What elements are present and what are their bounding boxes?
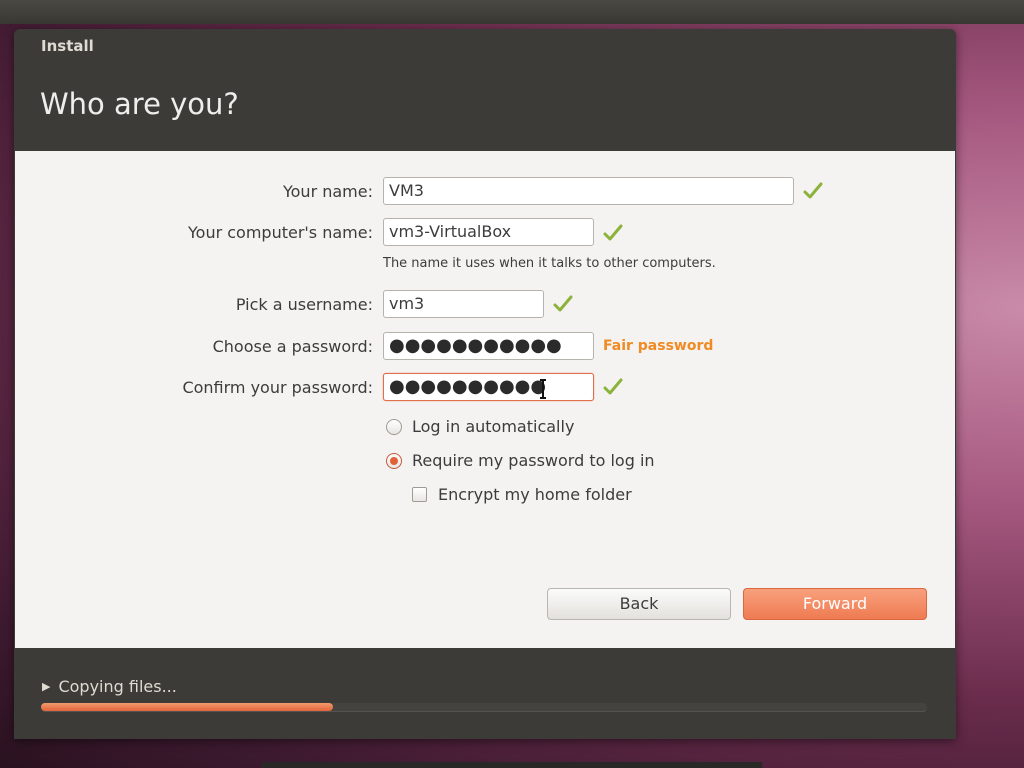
require-password-label: Require my password to log in [412, 451, 655, 470]
computer-name-hint: The name it uses when it talks to other … [383, 256, 716, 271]
forward-button[interactable]: Forward [743, 588, 927, 620]
encrypt-home-checkbox[interactable] [412, 487, 427, 502]
triangle-right-icon: ▶ [42, 680, 51, 693]
password-mask: ●●●●●●●●●●● [389, 335, 562, 356]
text-cursor-icon [540, 379, 546, 399]
password-strength-label: Fair password [603, 338, 714, 354]
page-title: Who are you? [40, 87, 239, 121]
window-title: Install [41, 37, 94, 55]
password-label: Choose a password: [212, 337, 373, 356]
login-automatically-label: Log in automatically [412, 417, 575, 436]
username-label: Pick a username: [235, 295, 373, 314]
login-automatically-radio[interactable] [386, 418, 402, 435]
checkmark-icon [603, 224, 623, 241]
name-field[interactable]: VM3 [383, 177, 794, 205]
require-password-radio[interactable] [386, 452, 402, 469]
checkmark-icon [553, 295, 573, 312]
progress-bar-fill [41, 703, 334, 711]
form-panel: Your name: VM3 Your computer's name: vm3… [15, 151, 955, 648]
username-field[interactable]: vm3 [383, 290, 544, 318]
back-button[interactable]: Back [547, 588, 731, 620]
progress-footer: ▶ Copying files... [14, 648, 956, 739]
installer-window: Install Who are you? Your name: VM3 Your… [14, 29, 956, 739]
password-field[interactable]: ●●●●●●●●●●● [383, 332, 594, 360]
encrypt-home-option[interactable]: Encrypt my home folder [412, 485, 632, 504]
confirm-password-label: Confirm your password: [182, 378, 373, 397]
encrypt-home-label: Encrypt my home folder [438, 485, 632, 504]
desktop-bottom-panel [262, 762, 762, 768]
login-automatically-option[interactable]: Log in automatically [386, 417, 574, 436]
progress-expander[interactable]: ▶ Copying files... [42, 677, 177, 696]
name-label: Your name: [282, 182, 373, 201]
require-password-option[interactable]: Require my password to log in [386, 451, 655, 470]
checkmark-icon [803, 182, 823, 199]
progress-bar [41, 703, 927, 712]
confirm-password-mask: ●●●●●●●●●● [389, 376, 547, 397]
desktop-top-panel [0, 0, 1024, 24]
computer-name-label: Your computer's name: [188, 223, 373, 242]
computer-name-field[interactable]: vm3-VirtualBox [383, 218, 594, 246]
confirm-password-field[interactable]: ●●●●●●●●●● [383, 373, 594, 401]
checkmark-icon [603, 378, 623, 395]
progress-label: Copying files... [58, 677, 177, 696]
